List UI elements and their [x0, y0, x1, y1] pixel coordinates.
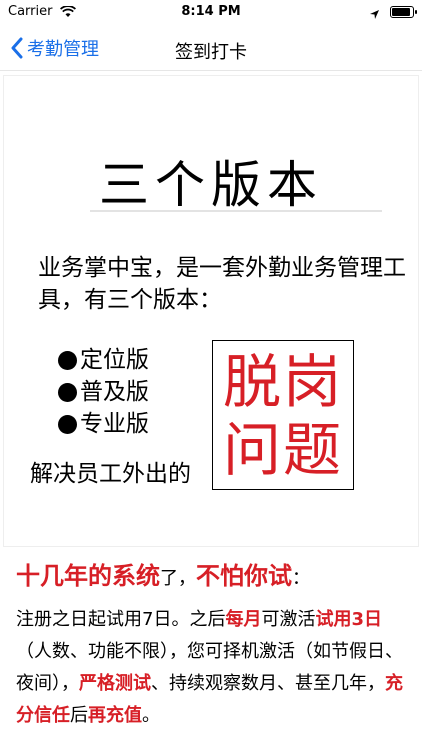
- promo-heading: 十几年的系统了，不怕你试：: [16, 562, 310, 590]
- versions-heading: 三个版本: [99, 156, 323, 214]
- problem-stamp: 脱岗 问题: [212, 340, 354, 490]
- page-title: 签到打卡: [175, 42, 247, 63]
- list-item: 专业版: [58, 408, 149, 440]
- location-arrow-icon: [369, 5, 380, 24]
- promo-text: 注册之日起试用7日。之后每月可激活试用3日（人数、功能不限），您可择机激活（如节…: [16, 609, 403, 726]
- bullet-icon: [58, 414, 77, 434]
- stamp-line-1: 脱岗: [222, 348, 343, 416]
- bullet-icon: [58, 382, 77, 402]
- status-time: 8:14 PM: [181, 4, 241, 19]
- battery-icon: [390, 6, 417, 18]
- navigation-bar: 考勤管理 签到打卡: [0, 26, 422, 71]
- version-list: 定位版 普及版 专业版: [58, 344, 149, 440]
- status-bar: Carrier 8:14 PM: [0, 0, 422, 24]
- solve-text: 解决员工外出的: [30, 461, 191, 487]
- list-item: 定位版: [58, 344, 149, 376]
- heading-divider: [90, 210, 382, 212]
- list-item: 普及版: [58, 376, 149, 408]
- intro-text: 业务掌中宝，是一套外勤业务管理工具，有三个版本：: [38, 255, 406, 313]
- stamp-line-2: 问题: [222, 416, 343, 484]
- bullet-icon: [58, 350, 77, 370]
